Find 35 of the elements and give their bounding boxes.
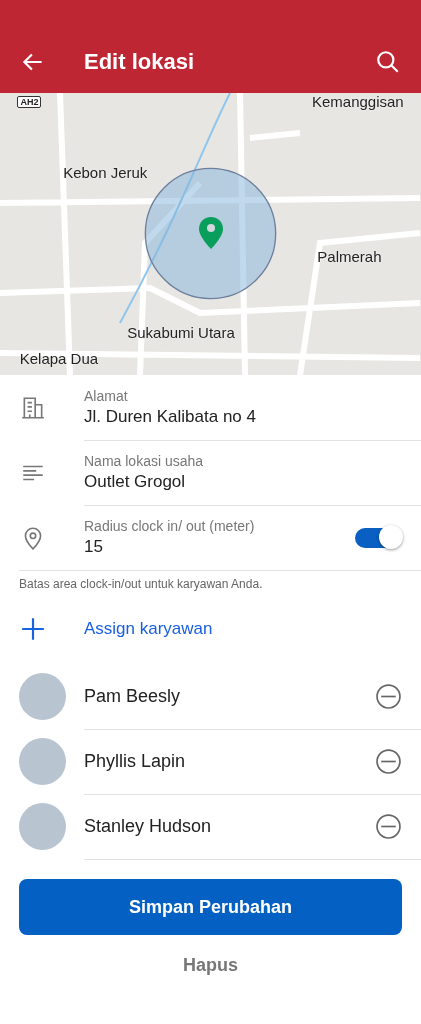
screen-title: Edit lokasi: [84, 49, 196, 75]
avatar: [19, 738, 66, 785]
search-icon[interactable]: [375, 49, 401, 75]
employee-name: Phyllis Lapin: [84, 750, 187, 772]
avatar: [19, 803, 66, 850]
field-value: 15: [84, 537, 104, 557]
map-label: Palmerah: [317, 248, 382, 266]
field-value: Jl. Duren Kalibata no 4: [84, 406, 257, 427]
remove-icon[interactable]: [376, 813, 401, 839]
map-label: Kelapa Dua: [19, 349, 99, 367]
assign-link[interactable]: Assign karyawan: [84, 619, 213, 639]
location-pin-icon: [199, 217, 223, 249]
employee-name: Stanley Hudson: [84, 815, 213, 837]
field-label: Alamat: [84, 387, 129, 404]
map-view[interactable]: AH2 Kemanggisan Kebon Jeruk Palmerah Sukabumi Utara Kelapa Dua: [0, 93, 421, 375]
avatar: [19, 673, 66, 720]
employee-name: Pam Beesly: [84, 685, 182, 707]
remove-icon[interactable]: [376, 683, 401, 709]
map-label: Kemanggisan: [312, 93, 404, 110]
text-field[interactable]: Alamat Jl. Duren Kalibata no 4: [84, 387, 401, 427]
helper-text: Batas area clock-in/out untuk karyawan Anda.: [18, 576, 264, 591]
text-field[interactable]: Radius clock in/ out (meter) 15: [84, 518, 355, 557]
text-field[interactable]: Nama lokasi usaha Outlet Grogol: [84, 452, 401, 492]
remove-icon[interactable]: [376, 748, 401, 774]
field-value: Outlet Grogol: [84, 471, 187, 492]
map-label: Kebon Jeruk: [63, 163, 148, 181]
map-label: Sukabumi Utara: [127, 324, 235, 342]
save-button[interactable]: Simpan Perubahan: [19, 879, 402, 935]
field-label: Radius clock in/ out (meter): [84, 518, 256, 534]
road-shield: AH2: [17, 95, 42, 108]
toggle-switch[interactable]: [355, 527, 401, 548]
field-label: Nama lokasi usaha: [84, 452, 205, 469]
building-icon: [20, 394, 46, 421]
plus-icon[interactable]: [20, 616, 46, 642]
delete-button[interactable]: Hapus: [163, 945, 258, 986]
